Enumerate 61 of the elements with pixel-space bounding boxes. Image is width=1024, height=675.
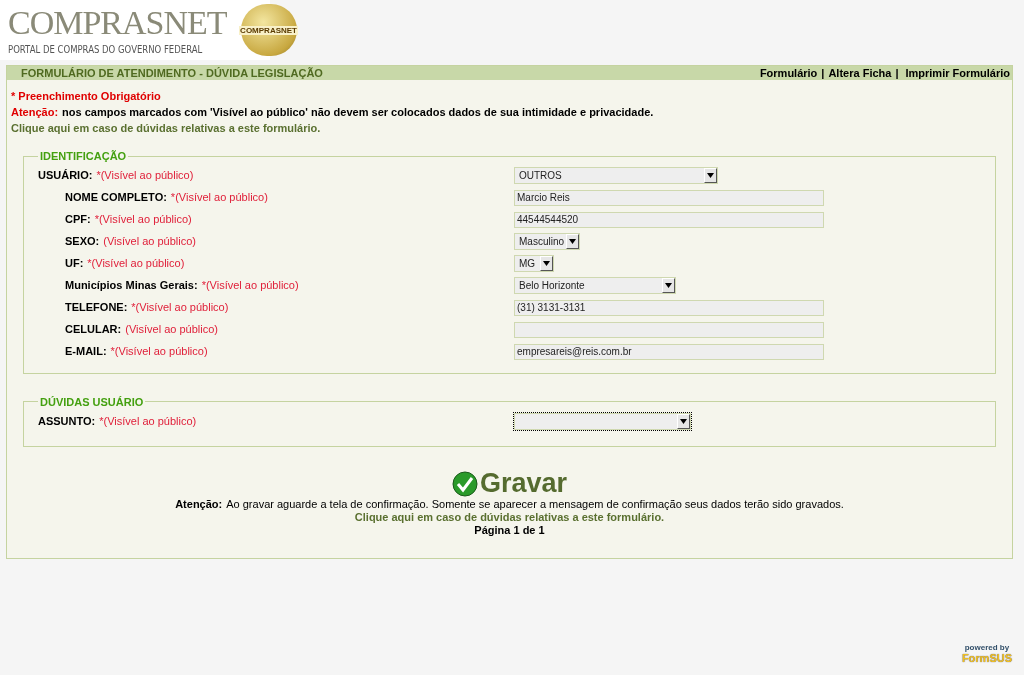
warning-label: Atenção: — [11, 105, 59, 120]
field-value: empresareis@reis.com.br — [517, 345, 632, 359]
text-field[interactable]: 44544544520 — [514, 211, 824, 228]
warning-label: Atenção: — [175, 498, 223, 511]
select-field[interactable] — [514, 412, 691, 430]
powered-by-label: powered by — [964, 643, 1010, 653]
field-label: ASSUNTO: — [38, 413, 96, 429]
select-value: MG — [518, 257, 536, 271]
page-indicator: Página 1 de 1 — [474, 524, 545, 537]
save-button[interactable]: Gravar — [451, 469, 568, 497]
field-label: E-MAIL: — [65, 344, 107, 360]
field-label: SEXO: — [65, 234, 100, 250]
field-value: (31) 3131-3131 — [517, 301, 586, 315]
select-field[interactable]: Belo Horizonte — [514, 277, 676, 294]
logo-title: COMPRASNET — [8, 3, 227, 43]
header-link[interactable]: Formulário — [759, 64, 818, 82]
text-field[interactable]: (31) 3131-3131 — [514, 299, 824, 316]
visibility-note: *(Visível ao público) — [170, 190, 268, 206]
warning-text: Ao gravar aguarde a tela de confirmação. Somente se aparecer a mensagem de confirmação seus dados terão sido gravados. — [226, 498, 844, 511]
section-legend: IDENTIFICAÇÃO — [38, 148, 129, 165]
help-link[interactable]: Clique aqui em caso de dúvidas relativas a este formulário. — [354, 511, 665, 524]
field-label: TELEFONE: — [65, 300, 128, 316]
field-value: 44544544520 — [517, 213, 579, 227]
visibility-note: *(Visível ao público) — [201, 278, 299, 294]
visibility-note: *(Visível ao público) — [99, 413, 197, 429]
text-field[interactable]: Marcio Reis — [514, 189, 824, 206]
select-value: OUTROS — [518, 169, 562, 183]
visibility-note: (Visível ao público) — [125, 322, 218, 338]
visibility-note: *(Visível ao público) — [131, 300, 229, 316]
field-value: Marcio Reis — [517, 191, 570, 205]
visibility-note: (Visível ao público) — [103, 234, 196, 250]
select-value: Belo Horizonte — [518, 279, 585, 293]
visibility-note: *(Visível ao público) — [87, 256, 185, 272]
visibility-note: *(Visível ao público) — [96, 168, 194, 184]
select-value: Masculino — [518, 235, 565, 249]
header-link[interactable]: Altera Ficha — [828, 64, 892, 82]
help-link[interactable]: Clique aqui em caso de dúvidas relativas a este formulário. — [11, 120, 321, 136]
checkmark-icon — [451, 471, 478, 497]
logo-subtitle: PORTAL DE COMPRAS DO GOVERNO FEDERAL — [8, 43, 203, 57]
visibility-note: *(Visível ao público) — [110, 344, 208, 360]
field-label: CPF: — [65, 212, 91, 228]
text-field[interactable] — [514, 321, 824, 338]
emblem-text: COMPRASNET — [239, 25, 298, 35]
field-label: Municípios Minas Gerais: — [65, 278, 198, 294]
select-field[interactable]: MG — [514, 255, 554, 272]
form-title: FORMULÁRIO DE ATENDIMENTO - DÚVIDA LEGISLAÇÃO — [21, 65, 323, 81]
brand-name: FormSUS — [961, 653, 1012, 663]
warning-text: nos campos marcados com 'Visível ao público' não devem ser colocados dados de sua intimidade e privacidade. — [62, 105, 654, 120]
field-label: CELULAR: — [65, 322, 122, 338]
section-legend: DÚVIDAS USUÁRIO — [38, 393, 146, 410]
field-label: NOME COMPLETO: — [65, 190, 167, 206]
required-note: * Preenchimento Obrigatório — [11, 89, 162, 104]
link-separator: | — [894, 65, 900, 81]
select-field[interactable]: Masculino — [514, 233, 580, 250]
header-link[interactable]: Imprimir Formulário — [905, 64, 1010, 82]
field-label: USUÁRIO: — [38, 168, 93, 184]
link-separator: | — [820, 65, 826, 81]
visibility-note: *(Visível ao público) — [94, 212, 192, 228]
field-label: UF: — [65, 256, 84, 272]
text-field[interactable]: empresareis@reis.com.br — [514, 343, 824, 360]
select-field[interactable]: OUTROS — [514, 167, 718, 184]
